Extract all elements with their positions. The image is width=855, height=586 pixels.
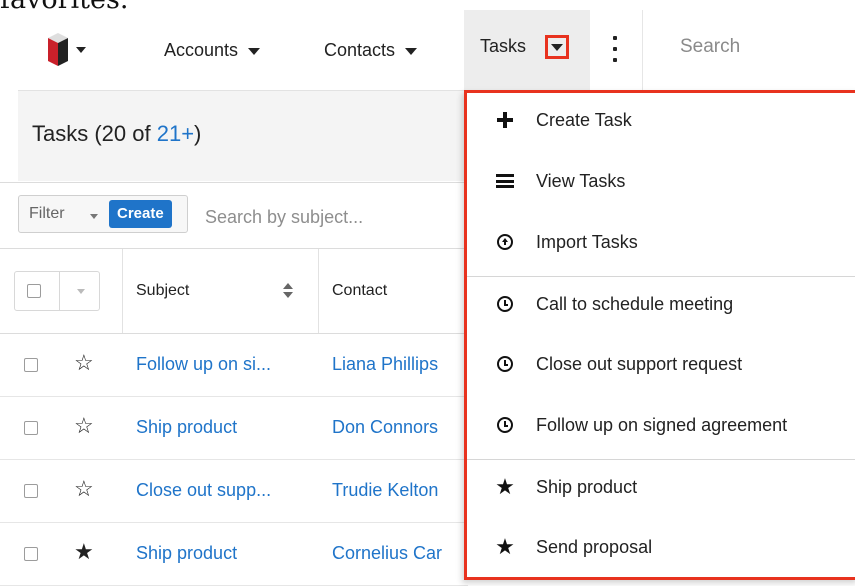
- top-navigation: Accounts Contacts Tasks Search: [0, 10, 855, 90]
- contact-link[interactable]: Cornelius Car: [332, 543, 460, 564]
- column-header-contact[interactable]: Contact: [332, 282, 387, 300]
- nav-contacts[interactable]: Contacts: [324, 36, 418, 64]
- column-header-subject[interactable]: Subject: [136, 282, 189, 300]
- chevron-down-icon[interactable]: [248, 47, 261, 55]
- more-menu-icon[interactable]: [610, 36, 620, 62]
- table-row: ☆ Ship product Don Connors: [0, 397, 468, 460]
- menu-item-favorite-task[interactable]: ★ Ship product: [467, 459, 855, 521]
- plus-icon: [494, 109, 516, 131]
- sort-icon[interactable]: [283, 283, 293, 299]
- nav-divider: [642, 10, 643, 90]
- row-checkbox[interactable]: [24, 547, 38, 561]
- menu-item-label: Send proposal: [536, 537, 653, 557]
- table-row: ☆ Close out supp... Trudie Kelton: [0, 460, 468, 523]
- filter-button[interactable]: Filter Create: [18, 195, 188, 233]
- favorite-star-icon[interactable]: ☆: [74, 415, 94, 437]
- chevron-down-icon[interactable]: [77, 289, 85, 294]
- chevron-down-icon[interactable]: [405, 47, 418, 55]
- chevron-down-icon: [90, 214, 98, 219]
- list-search-input[interactable]: Search by subject...: [205, 207, 363, 228]
- global-search-input[interactable]: Search: [680, 36, 740, 58]
- menu-item-label: View Tasks: [536, 171, 626, 191]
- menu-item-label: Call to schedule meeting: [536, 294, 734, 314]
- app-logo-menu[interactable]: [38, 30, 86, 70]
- list-header: Tasks (20 of 21+): [18, 90, 468, 181]
- menu-item-create-task[interactable]: Create Task: [467, 93, 855, 154]
- subject-link[interactable]: Ship product: [136, 417, 237, 438]
- menu-item-import-tasks[interactable]: Import Tasks: [467, 215, 855, 276]
- menu-item-label: Import Tasks: [536, 232, 638, 252]
- favorite-star-icon[interactable]: ☆: [74, 478, 94, 500]
- nav-tasks[interactable]: Tasks: [464, 10, 590, 90]
- clock-icon: [494, 353, 516, 375]
- menu-item-label: Ship product: [536, 477, 638, 497]
- menu-item-favorite-task[interactable]: ★ Send proposal: [467, 520, 855, 581]
- clock-icon: [494, 293, 516, 315]
- title-prefix: Tasks (20 of: [32, 121, 157, 146]
- menu-item-recent-task[interactable]: Follow up on signed agreement: [467, 398, 855, 459]
- page-title: Tasks (20 of 21+): [32, 121, 201, 147]
- title-suffix: ): [194, 121, 202, 146]
- star-icon: ★: [495, 534, 515, 559]
- menu-item-recent-task[interactable]: Close out support request: [467, 337, 855, 398]
- favorite-star-icon[interactable]: ☆: [74, 352, 94, 374]
- nav-accounts-label: Accounts: [164, 39, 239, 60]
- chevron-down-icon: [551, 43, 563, 51]
- upload-circle-icon: [494, 231, 516, 253]
- subject-link[interactable]: Follow up on si...: [136, 354, 271, 375]
- contact-link[interactable]: Liana Phillips: [332, 354, 460, 375]
- filter-label: Filter: [29, 205, 65, 222]
- count-link[interactable]: 21+: [157, 121, 194, 146]
- menu-item-label: Create Task: [536, 110, 632, 130]
- create-filter-button[interactable]: Create: [109, 200, 172, 228]
- cube-logo-icon: [48, 33, 86, 66]
- table-row: ★ Ship product Cornelius Car: [0, 523, 468, 586]
- row-checkbox[interactable]: [24, 358, 38, 372]
- subject-link[interactable]: Close out supp...: [136, 480, 271, 501]
- star-icon: ★: [495, 474, 515, 499]
- table-row: ☆ Follow up on si... Liana Phillips: [0, 334, 468, 397]
- list-icon: [494, 170, 516, 192]
- menu-item-view-tasks[interactable]: View Tasks: [467, 154, 855, 215]
- contact-link[interactable]: Don Connors: [332, 417, 460, 438]
- menu-item-label: Close out support request: [536, 354, 743, 374]
- nav-contacts-label: Contacts: [324, 39, 396, 60]
- select-all-control[interactable]: [14, 271, 100, 311]
- tasks-table: Subject Contact ☆ Follow up on si... Lia…: [0, 248, 468, 586]
- filter-bar: Filter Create Search by subject...: [0, 182, 468, 249]
- tasks-dropdown-toggle[interactable]: [545, 35, 569, 59]
- table-header: Subject Contact: [0, 248, 468, 334]
- nav-tasks-label[interactable]: Tasks: [480, 36, 526, 57]
- tasks-dropdown-menu: Create Task View Tasks Import Tasks Call…: [464, 90, 855, 580]
- select-all-checkbox[interactable]: [27, 284, 41, 298]
- nav-accounts[interactable]: Accounts: [164, 36, 261, 64]
- favorite-star-filled-icon[interactable]: ★: [74, 541, 94, 563]
- row-checkbox[interactable]: [24, 484, 38, 498]
- row-checkbox[interactable]: [24, 421, 38, 435]
- clock-icon: [494, 414, 516, 436]
- menu-item-recent-task[interactable]: Call to schedule meeting: [467, 276, 855, 338]
- menu-item-label: Follow up on signed agreement: [536, 415, 788, 435]
- contact-link[interactable]: Trudie Kelton: [332, 480, 460, 501]
- subject-link[interactable]: Ship product: [136, 543, 237, 564]
